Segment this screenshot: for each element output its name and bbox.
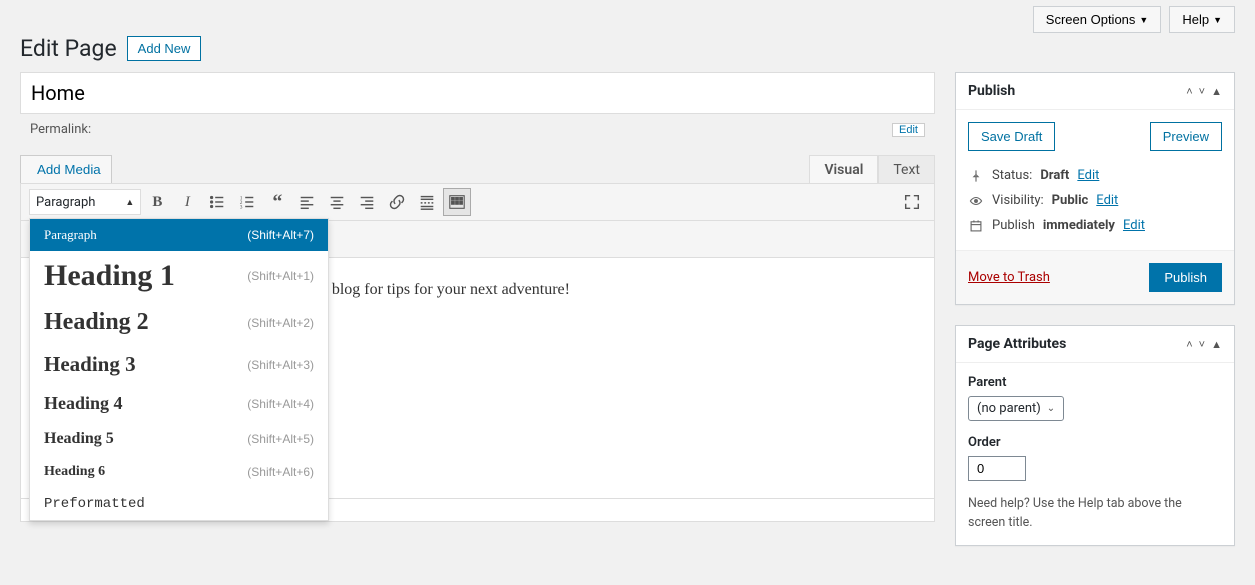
format-option-label: Paragraph: [44, 227, 97, 243]
format-dropdown: Paragraph (Shift+Alt+7) Heading 1 (Shift+Al…: [29, 218, 329, 521]
move-down-icon[interactable]: ˅: [1199, 338, 1205, 351]
add-new-button[interactable]: Add New: [127, 36, 202, 61]
toggle-panel-icon[interactable]: ▲: [1211, 338, 1222, 351]
tab-text[interactable]: Text: [878, 155, 935, 184]
insert-link-button[interactable]: [383, 188, 411, 216]
page-attributes-help: Need help? Use the Help tab above the sc…: [968, 495, 1222, 533]
format-option-heading-3[interactable]: Heading 3 (Shift+Alt+3): [30, 344, 328, 385]
format-option-label: Heading 6: [44, 464, 105, 480]
format-option-label: Heading 5: [44, 430, 114, 448]
visibility-label: Visibility:: [992, 193, 1044, 208]
blockquote-button[interactable]: “: [263, 188, 291, 216]
format-option-label: Preformatted: [44, 496, 145, 512]
format-option-heading-5[interactable]: Heading 5 (Shift+Alt+5): [30, 422, 328, 456]
parent-select-value: (no parent): [977, 401, 1041, 416]
edit-publish-date-link[interactable]: Edit: [1123, 218, 1145, 233]
page-attributes-panel-title: Page Attributes: [968, 336, 1066, 352]
move-up-icon[interactable]: ˄: [1186, 85, 1192, 98]
format-option-label: Heading 4: [44, 393, 123, 414]
svg-text:3: 3: [240, 204, 243, 210]
fullscreen-button[interactable]: [898, 188, 926, 216]
caret-up-icon: ▲: [125, 197, 134, 208]
permalink-edit-button[interactable]: Edit: [892, 123, 925, 137]
publish-label: Publish: [992, 218, 1035, 233]
preview-button[interactable]: Preview: [1150, 122, 1222, 151]
align-center-button[interactable]: [323, 188, 351, 216]
format-option-shortcut: (Shift+Alt+2): [247, 316, 314, 330]
pin-icon: [968, 169, 984, 183]
format-option-shortcut: (Shift+Alt+6): [247, 465, 314, 479]
format-option-shortcut: (Shift+Alt+3): [247, 358, 314, 372]
format-option-shortcut: (Shift+Alt+4): [247, 397, 314, 411]
add-media-label: Add Media: [37, 162, 101, 177]
format-select[interactable]: Paragraph ▲: [29, 189, 141, 215]
parent-label: Parent: [968, 375, 1222, 390]
format-select-label: Paragraph: [36, 195, 95, 210]
save-draft-button[interactable]: Save Draft: [968, 122, 1055, 151]
caret-down-icon: ▼: [1213, 15, 1222, 25]
status-label: Status:: [992, 168, 1032, 183]
permalink-label: Permalink:: [30, 122, 91, 137]
align-right-button[interactable]: [353, 188, 381, 216]
move-down-icon[interactable]: ˅: [1199, 85, 1205, 98]
toggle-panel-icon[interactable]: ▲: [1211, 85, 1222, 98]
bullet-list-button[interactable]: [203, 188, 231, 216]
insert-more-button[interactable]: [413, 188, 441, 216]
publish-value: immediately: [1043, 218, 1115, 233]
italic-button[interactable]: I: [173, 188, 201, 216]
edit-status-link[interactable]: Edit: [1077, 168, 1099, 183]
format-option-heading-6[interactable]: Heading 6 (Shift+Alt+6): [30, 456, 328, 488]
format-option-shortcut: (Shift+Alt+7): [247, 228, 314, 242]
format-option-label: Heading 2: [44, 309, 149, 336]
order-input[interactable]: [968, 456, 1026, 481]
format-option-heading-2[interactable]: Heading 2 (Shift+Alt+2): [30, 301, 328, 344]
help-button[interactable]: Help ▼: [1169, 6, 1235, 33]
format-option-preformatted[interactable]: Preformatted: [30, 488, 328, 520]
parent-select[interactable]: (no parent) ⌄: [968, 396, 1064, 421]
format-option-heading-1[interactable]: Heading 1 (Shift+Alt+1): [30, 251, 328, 301]
visibility-value: Public: [1052, 193, 1089, 208]
move-up-icon[interactable]: ˄: [1186, 338, 1192, 351]
add-media-button[interactable]: Add Media: [20, 155, 112, 184]
format-option-heading-4[interactable]: Heading 4 (Shift+Alt+4): [30, 385, 328, 422]
publish-button[interactable]: Publish: [1149, 263, 1222, 292]
calendar-icon: [968, 219, 984, 233]
publish-panel-title: Publish: [968, 83, 1015, 99]
eye-icon: [968, 194, 984, 208]
numbered-list-button[interactable]: 123: [233, 188, 261, 216]
status-value: Draft: [1040, 168, 1069, 183]
format-option-paragraph[interactable]: Paragraph (Shift+Alt+7): [30, 219, 328, 251]
move-to-trash-link[interactable]: Move to Trash: [968, 270, 1050, 285]
screen-options-label: Screen Options: [1046, 12, 1136, 27]
post-title-input[interactable]: [20, 72, 935, 114]
format-option-label: Heading 3: [44, 352, 136, 377]
edit-visibility-link[interactable]: Edit: [1096, 193, 1118, 208]
format-option-label: Heading 1: [44, 259, 175, 293]
toolbar-toggle-button[interactable]: [443, 188, 471, 216]
help-label: Help: [1182, 12, 1209, 27]
tab-visual[interactable]: Visual: [809, 155, 878, 184]
align-left-button[interactable]: [293, 188, 321, 216]
screen-options-button[interactable]: Screen Options ▼: [1033, 6, 1162, 33]
caret-down-icon: ▼: [1139, 15, 1148, 25]
chevron-down-icon: ⌄: [1047, 403, 1055, 414]
bold-button[interactable]: B: [143, 188, 171, 216]
order-label: Order: [968, 435, 1222, 450]
format-option-shortcut: (Shift+Alt+5): [247, 432, 314, 446]
format-option-shortcut: (Shift+Alt+1): [247, 269, 314, 283]
page-title: Edit Page: [20, 35, 117, 62]
